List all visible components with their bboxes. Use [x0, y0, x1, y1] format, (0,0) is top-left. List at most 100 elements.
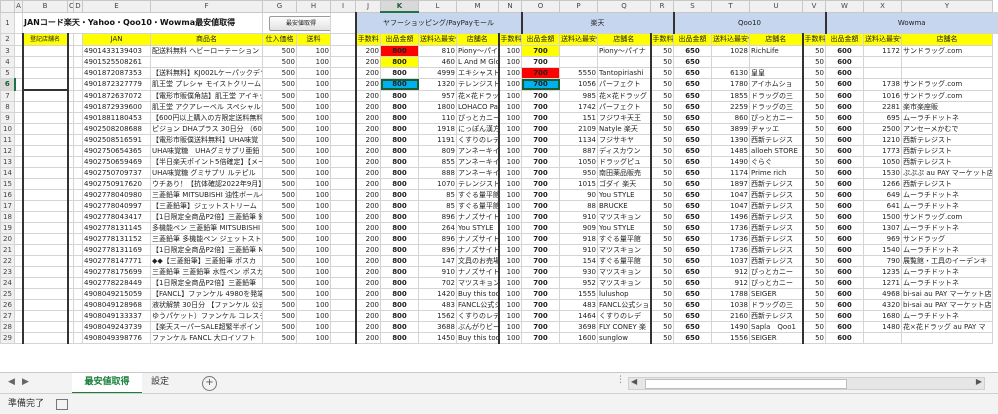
rakuten-fee-cell[interactable]: 100	[497, 56, 522, 68]
wowma-fee-cell[interactable]: 50	[801, 78, 826, 91]
wowma-lowest-cell[interactable]: 1235	[863, 266, 902, 278]
wowma-store-cell[interactable]: サンドラッグ.com	[901, 45, 993, 57]
rakuten-store-cell[interactable]: FANCL公式ショ	[597, 299, 651, 311]
qoo10-fee-cell[interactable]: 50	[649, 277, 674, 289]
cell[interactable]	[330, 321, 356, 333]
wowma-price-cell[interactable]: 600	[825, 156, 864, 168]
cell[interactable]	[330, 332, 356, 344]
yahoo-lowest-cell[interactable]: 896	[418, 233, 457, 245]
cell[interactable]	[330, 310, 356, 322]
row-header[interactable]: 15	[0, 178, 15, 190]
header-wowma-lowest[interactable]: 送料込最安値	[863, 33, 902, 46]
header-yahoo-fee[interactable]: 手数料	[354, 33, 381, 46]
row-header[interactable]: 26	[0, 299, 15, 311]
accessibility-icon[interactable]	[56, 399, 68, 410]
yahoo-price-cell[interactable]: 800	[380, 123, 419, 135]
yahoo-store-cell[interactable]: ナノズサイト	[456, 266, 499, 278]
wowma-lowest-cell[interactable]: 641	[863, 200, 902, 212]
qoo10-store-cell[interactable]: ヂャッエ	[749, 123, 803, 135]
qoo10-store-cell[interactable]: SEIGER	[749, 288, 803, 300]
product-name-cell[interactable]: 【600円以上購入の方限定送料無料】	[150, 112, 263, 124]
qoo10-lowest-cell[interactable]: 1736	[711, 233, 750, 245]
cell[interactable]	[73, 89, 83, 102]
cost-cell[interactable]: 500	[262, 167, 297, 179]
cost-cell[interactable]: 500	[262, 134, 297, 146]
yahoo-lowest-cell[interactable]: 110	[418, 112, 457, 124]
cell[interactable]	[73, 112, 83, 124]
column-header[interactable]: T	[711, 0, 750, 13]
cell[interactable]	[330, 189, 356, 201]
yahoo-fee-cell[interactable]: 200	[354, 310, 381, 322]
cell[interactable]	[14, 67, 23, 79]
rakuten-lowest-cell[interactable]: 910	[559, 244, 598, 256]
rakuten-fee-cell[interactable]: 100	[497, 211, 522, 223]
cell[interactable]	[73, 67, 83, 79]
cell[interactable]	[73, 255, 83, 267]
registered-store-cell[interactable]	[21, 89, 69, 102]
yahoo-price-cell[interactable]: 800	[380, 67, 419, 79]
yahoo-store-cell[interactable]: 文具のお売場	[456, 255, 499, 267]
shipping-cell[interactable]: 100	[296, 244, 331, 256]
add-sheet-icon[interactable]: +	[202, 376, 217, 391]
rakuten-lowest-cell[interactable]: 2109	[559, 123, 598, 135]
qoo10-lowest-cell[interactable]: 1038	[711, 299, 750, 311]
yahoo-store-cell[interactable]: アンネーキイ	[456, 145, 499, 157]
shipping-cell[interactable]: 100	[296, 101, 331, 113]
qoo10-lowest-cell[interactable]: 1496	[711, 211, 750, 223]
product-name-cell[interactable]: UHA味覚糖 UHAグミサプリ亜鉛	[150, 145, 263, 157]
scrollbar-thumb[interactable]	[645, 379, 847, 389]
yahoo-store-cell[interactable]: You STYLE	[456, 222, 499, 234]
row-header[interactable]: 16	[0, 189, 15, 201]
column-header[interactable]: H	[296, 0, 331, 13]
wowma-store-cell[interactable]: 花×花ドラッグ au PAY マ	[901, 321, 993, 333]
rakuten-store-cell[interactable]: ディスカウン	[597, 145, 651, 157]
wowma-store-cell[interactable]: ムーラチドットネ	[901, 244, 993, 256]
rakuten-lowest-cell[interactable]: 90	[559, 189, 598, 201]
qoo10-fee-cell[interactable]: 50	[649, 45, 674, 57]
wowma-store-cell[interactable]: ムーラチドットネ	[901, 266, 993, 278]
yahoo-lowest-cell[interactable]: 4999	[418, 67, 457, 79]
cell[interactable]	[73, 310, 83, 322]
qoo10-store-cell[interactable]: ドラッグの三	[749, 89, 803, 102]
wowma-price-cell[interactable]: 600	[825, 178, 864, 190]
cost-cell[interactable]: 500	[262, 222, 297, 234]
cell[interactable]	[330, 288, 356, 300]
column-header[interactable]: M	[456, 0, 499, 13]
wowma-fee-cell[interactable]: 50	[801, 233, 826, 245]
rakuten-price-cell[interactable]: 700	[521, 310, 560, 322]
product-name-cell[interactable]: 【電形市販僕角詰】肌王堂 アイキッ	[150, 89, 263, 102]
rakuten-lowest-cell[interactable]	[559, 56, 598, 68]
yahoo-lowest-cell[interactable]: 1320	[418, 78, 457, 91]
wowma-fee-cell[interactable]: 50	[801, 167, 826, 179]
rakuten-fee-cell[interactable]: 100	[497, 288, 522, 300]
wowma-lowest-cell[interactable]: 2281	[863, 101, 902, 113]
registered-store-label[interactable]: 登記店舗名	[21, 33, 69, 46]
shipping-cell[interactable]: 100	[296, 277, 331, 289]
shipping-cell[interactable]: 100	[296, 266, 331, 278]
rakuten-lowest-cell[interactable]: 1742	[559, 101, 598, 113]
cell[interactable]	[330, 222, 356, 234]
cell[interactable]	[73, 222, 83, 234]
header-cost[interactable]: 仕入価格	[262, 33, 297, 46]
wowma-lowest-cell[interactable]	[863, 332, 902, 344]
rakuten-store-cell[interactable]: 南田薬品販売	[597, 167, 651, 179]
cell[interactable]	[14, 189, 23, 201]
registered-store-cell[interactable]	[21, 310, 69, 322]
cell[interactable]	[14, 299, 23, 311]
wowma-price-cell[interactable]: 600	[825, 200, 864, 212]
yahoo-fee-cell[interactable]: 200	[354, 123, 381, 135]
row-header[interactable]: 29	[0, 332, 15, 344]
qoo10-fee-cell[interactable]: 50	[649, 321, 674, 333]
rakuten-fee-cell[interactable]: 100	[497, 299, 522, 311]
wowma-lowest-cell[interactable]: 1738	[863, 78, 902, 91]
shipping-cell[interactable]: 100	[296, 178, 331, 190]
yahoo-price-cell[interactable]: 800	[380, 56, 419, 68]
wowma-price-cell[interactable]: 600	[825, 67, 864, 79]
row-header[interactable]: 22	[0, 255, 15, 267]
row-header[interactable]: 12	[0, 145, 15, 157]
wowma-lowest-cell[interactable]: 969	[863, 233, 902, 245]
wowma-price-cell[interactable]: 600	[825, 45, 864, 57]
wowma-store-cell[interactable]	[901, 56, 993, 68]
qoo10-price-cell[interactable]: 650	[673, 244, 712, 256]
yahoo-lowest-cell[interactable]: 809	[418, 145, 457, 157]
